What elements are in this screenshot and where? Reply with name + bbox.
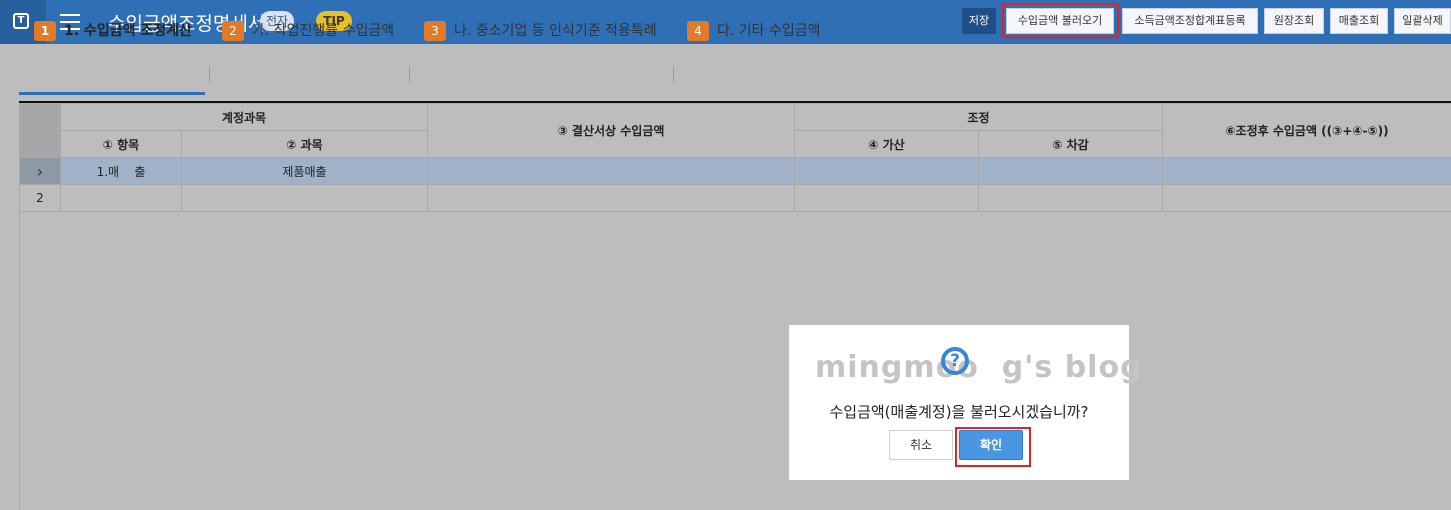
header-settlement-revenue: ③ 결산서상 수입금액	[427, 103, 796, 158]
cell-settlement[interactable]	[427, 157, 796, 185]
header-deduct: ⑤ 차감	[978, 130, 1164, 158]
header-account-group: 계정과목	[59, 103, 429, 131]
header-adjust-group: 조정	[794, 103, 1164, 131]
dialog-message: 수입금액(매출계정)을 불러오시겠습니까?	[829, 403, 1089, 421]
tab-number-badge: 2	[222, 21, 244, 41]
grid-left-border	[19, 103, 20, 510]
tab-divider	[673, 66, 674, 82]
tab-divider	[209, 66, 210, 82]
logo-icon: T	[13, 13, 29, 29]
tab-other-revenue[interactable]: 4 다. 기타 수입금액	[687, 19, 821, 43]
row-header-corner	[19, 103, 61, 158]
tab-label: 가. 작업진행률 수입금액	[252, 23, 395, 39]
active-tab-indicator	[19, 92, 205, 95]
tab-label: 다. 기타 수입금액	[717, 23, 821, 39]
tab-number-badge: 3	[424, 21, 446, 41]
header-add: ④ 가산	[794, 130, 980, 158]
header-adjusted-revenue: ⑥조정후 수입금액 ((③+④-⑤))	[1162, 103, 1451, 158]
tab-label: 1. 수입금액 조정계산	[64, 23, 192, 39]
tab-divider	[409, 66, 410, 82]
cell-add[interactable]	[794, 184, 980, 212]
cell-item[interactable]	[60, 184, 182, 212]
tab-progress-revenue[interactable]: 2 가. 작업진행률 수입금액	[222, 19, 394, 43]
cell-after[interactable]	[1162, 184, 1451, 212]
cell-deduct[interactable]	[978, 184, 1164, 212]
cancel-button[interactable]: 취소	[889, 430, 953, 460]
cell-add[interactable]	[794, 157, 980, 185]
income-adjust-register-button[interactable]: 소득금액조정합계표등록	[1122, 8, 1258, 34]
tab-sme-recognition[interactable]: 3 나. 중소기업 등 인식기준 적용특례	[424, 19, 657, 43]
highlight-box-confirm	[955, 427, 1031, 467]
cell-settlement[interactable]	[427, 184, 796, 212]
blog-watermark: mingmoo g's blog	[815, 350, 1143, 385]
tab-bar	[0, 44, 1451, 100]
cell-item[interactable]: 1.매 출	[60, 157, 182, 185]
bulk-delete-button[interactable]: 일괄삭제	[1394, 8, 1451, 34]
revenue-adjust-table: 계정과목 ③ 결산서상 수입금액 조정 ⑥조정후 수입금액 ((③+④-⑤)) …	[19, 103, 1451, 212]
table-row[interactable]: 2	[19, 184, 1451, 212]
header-item: ① 항목	[60, 130, 182, 158]
header-subject: ② 과목	[180, 130, 429, 158]
question-mark-icon: ?	[941, 347, 969, 375]
tab-number-badge: 1	[34, 21, 56, 41]
row-selector-icon[interactable]: ›	[19, 157, 61, 185]
cell-subject[interactable]: 제품매출	[180, 157, 429, 185]
highlight-box-load	[1002, 3, 1119, 38]
table-row[interactable]: › 1.매 출 제품매출	[19, 157, 1451, 185]
tab-revenue-adjust-calc[interactable]: 1 1. 수입금액 조정계산	[34, 19, 192, 43]
tab-number-badge: 4	[687, 21, 709, 41]
save-button[interactable]: 저장	[962, 8, 996, 34]
row-number[interactable]: 2	[19, 184, 61, 212]
cell-subject[interactable]	[180, 184, 429, 212]
sales-lookup-button[interactable]: 매출조회	[1330, 8, 1388, 34]
cell-after[interactable]	[1162, 157, 1451, 185]
tab-label: 나. 중소기업 등 인식기준 적용특례	[454, 23, 657, 39]
ledger-lookup-button[interactable]: 원장조회	[1264, 8, 1324, 34]
cell-deduct[interactable]	[978, 157, 1164, 185]
